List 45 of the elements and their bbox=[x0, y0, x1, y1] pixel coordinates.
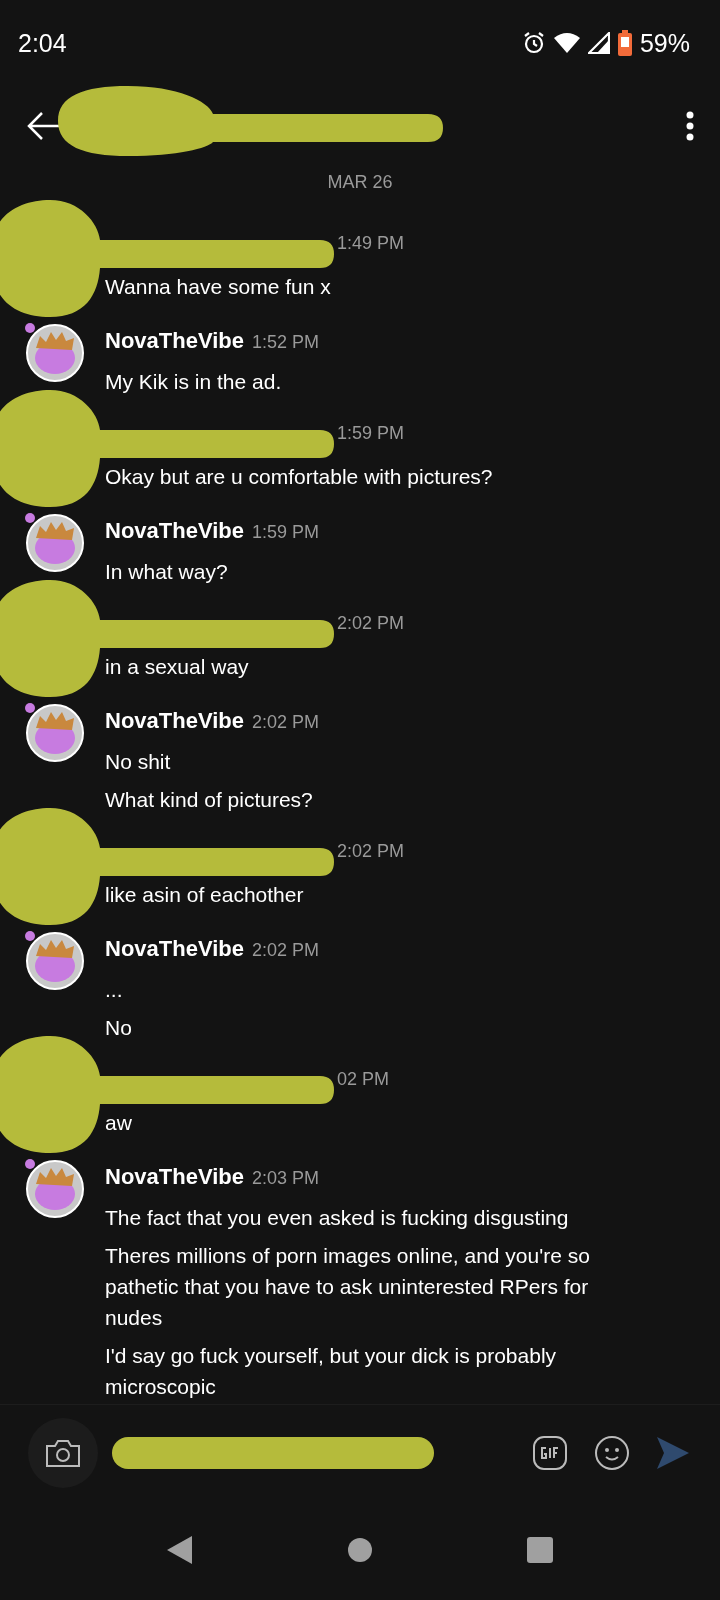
message-time: 1:59 PM bbox=[337, 423, 405, 444]
nav-back-icon[interactable] bbox=[167, 1536, 193, 1564]
sender-name: NovaTheVibe bbox=[105, 518, 244, 544]
sender-name: NovaTheVibe bbox=[105, 328, 244, 354]
status-time: 2:04 bbox=[18, 28, 67, 58]
message-text: No bbox=[105, 1015, 133, 1041]
sender-name: NovaTheVibe bbox=[105, 708, 244, 734]
more-options-icon[interactable] bbox=[686, 111, 694, 141]
sender-name: NovaTheVibe bbox=[105, 1164, 244, 1190]
avatar-icon bbox=[24, 510, 84, 572]
date-divider: MAR 26 bbox=[326, 172, 394, 193]
message-text: I'd say go fuck yourself, but your dick is probably microscopic bbox=[105, 1343, 558, 1400]
message-time: 1:59 PM bbox=[252, 522, 320, 543]
message-time: 02 PM bbox=[337, 1069, 390, 1090]
message-text: My Kik is in the ad. bbox=[105, 369, 283, 395]
message-text: The fact that you even asked is fucking disgusting bbox=[105, 1205, 570, 1231]
message-text: Theres millions of porn images online, and you're so pathetic that you have to ask uninterested RPers for nudes bbox=[105, 1243, 591, 1331]
message-time: 2:02 PM bbox=[337, 613, 405, 634]
sender-name: NovaTheVibe bbox=[105, 936, 244, 962]
message-text: In what way? bbox=[105, 559, 229, 585]
signal-icon bbox=[587, 32, 610, 54]
message-text: in a sexual way bbox=[105, 654, 250, 680]
message-time: 2:02 PM bbox=[252, 940, 320, 961]
message-text: What kind of pictures? bbox=[105, 787, 314, 813]
camera-icon bbox=[45, 1437, 81, 1468]
battery-percent: 59% bbox=[639, 28, 690, 58]
message-text: No shit bbox=[105, 749, 172, 775]
message-time: 2:02 PM bbox=[252, 712, 320, 733]
avatar-icon bbox=[24, 320, 84, 382]
wifi-icon bbox=[553, 33, 580, 53]
avatar-icon bbox=[24, 700, 84, 762]
message-time: 1:52 PM bbox=[252, 332, 320, 353]
avatar-icon bbox=[24, 1156, 84, 1218]
message-text: Okay but are u comfortable with pictures? bbox=[105, 464, 493, 490]
battery-icon bbox=[617, 30, 632, 56]
back-arrow-icon[interactable] bbox=[26, 111, 60, 141]
avatar-icon bbox=[24, 928, 84, 990]
message-text: aw bbox=[105, 1110, 133, 1136]
message-time: 2:02 PM bbox=[337, 841, 405, 862]
message-text: ... bbox=[105, 977, 124, 1003]
nav-home-icon[interactable] bbox=[347, 1537, 373, 1563]
message-time: 2:03 PM bbox=[252, 1168, 320, 1189]
message-text: like asin of eachother bbox=[105, 882, 305, 908]
message-text: Wanna have some fun x bbox=[105, 274, 332, 300]
message-time: 1:49 PM bbox=[337, 233, 405, 254]
